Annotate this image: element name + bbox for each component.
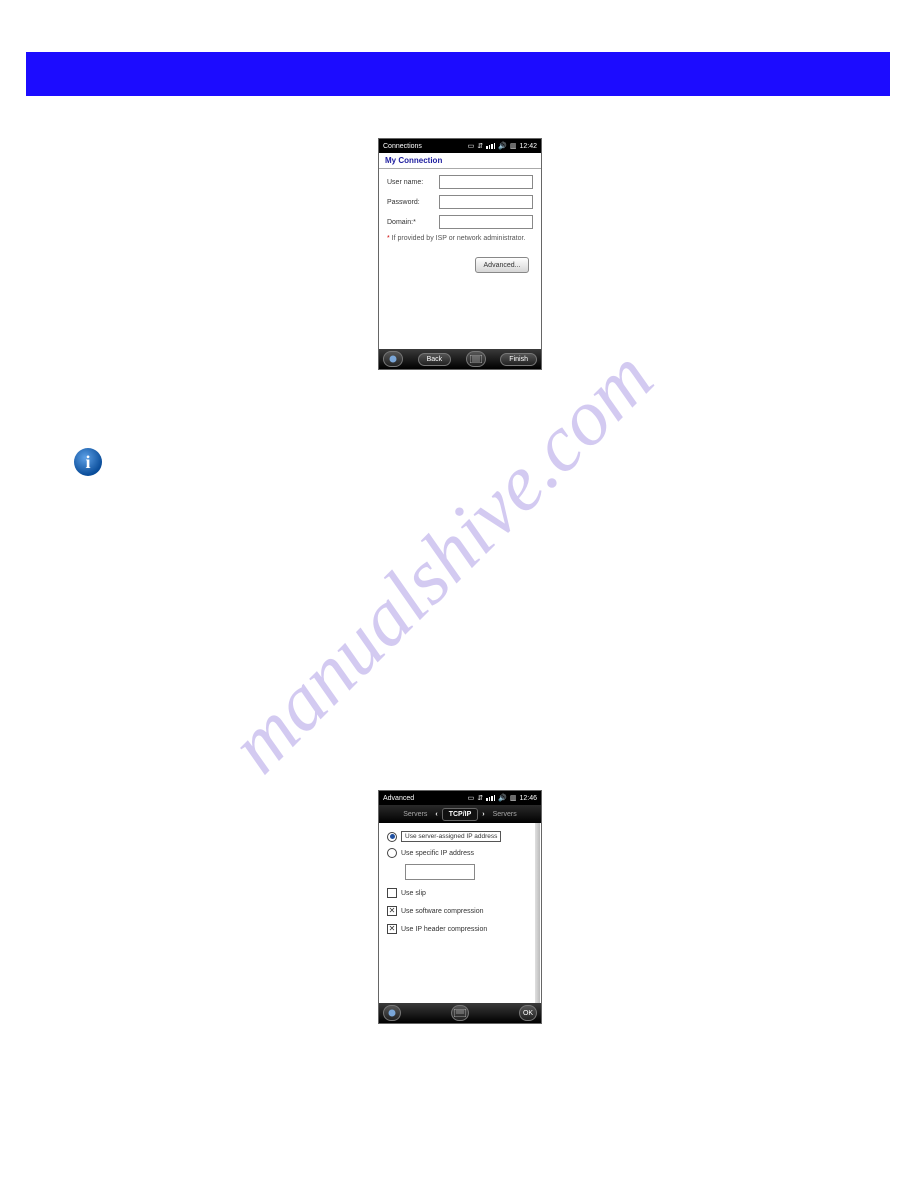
tab-right-label: Servers xyxy=(493,811,517,818)
start-button[interactable] xyxy=(383,1005,401,1021)
windows-icon xyxy=(388,354,398,364)
checkbox-sw-compression[interactable]: ✕ xyxy=(387,906,397,916)
status-area: ▭ ⇵ 🔊 ▥ 12:42 xyxy=(468,142,537,150)
battery-icon: ▥ xyxy=(510,142,517,150)
start-button[interactable] xyxy=(383,351,403,367)
scrollbar[interactable] xyxy=(535,823,540,1003)
row-domain: Domain:* xyxy=(387,215,533,229)
radio-server-assigned[interactable] xyxy=(387,832,397,842)
subheader: My Connection xyxy=(379,153,541,169)
option-server-assigned[interactable]: Use server-assigned IP address xyxy=(387,831,533,842)
ok-label: OK xyxy=(523,1010,533,1017)
input-ip-address[interactable] xyxy=(405,864,475,880)
input-domain[interactable] xyxy=(439,215,533,229)
screenshot-my-connection: Connections ▭ ⇵ 🔊 ▥ 12:42 My Connection … xyxy=(378,138,542,370)
finish-label: Finish xyxy=(509,356,528,363)
finish-button[interactable]: Finish xyxy=(500,353,537,366)
titlebar: Advanced ▭ ⇵ 🔊 ▥ 12:46 xyxy=(379,791,541,805)
label-server-assigned: Use server-assigned IP address xyxy=(401,831,501,842)
tab-left-label: Servers xyxy=(403,811,427,818)
screenshot-advanced-tcpip: Advanced ▭ ⇵ 🔊 ▥ 12:46 Servers ‹ TCP/IP … xyxy=(378,790,542,1024)
chevron-left-icon[interactable]: ‹ xyxy=(435,811,437,818)
windows-icon xyxy=(387,1008,397,1018)
advanced-button-label: Advanced... xyxy=(484,262,521,269)
signal-icon xyxy=(486,795,495,801)
input-password[interactable] xyxy=(439,195,533,209)
keyboard-button[interactable] xyxy=(451,1005,469,1021)
status-area: ▭ ⇵ 🔊 ▥ 12:46 xyxy=(468,794,537,802)
bottom-bar: Back Finish xyxy=(379,349,541,369)
card-icon: ▭ xyxy=(468,794,475,802)
label-sw-compression: Use software compression xyxy=(401,908,483,915)
radio-specific-ip[interactable] xyxy=(387,848,397,858)
clock: 12:42 xyxy=(519,143,537,150)
signal-icon xyxy=(486,143,495,149)
tab-left[interactable]: Servers xyxy=(399,811,431,818)
info-icon: i xyxy=(74,448,102,476)
domain-hint: * If provided by ISP or network administ… xyxy=(387,235,533,243)
tab-bar: Servers ‹ TCP/IP › Servers xyxy=(379,805,541,823)
back-button[interactable]: Back xyxy=(418,353,452,366)
titlebar: Connections ▭ ⇵ 🔊 ▥ 12:42 xyxy=(379,139,541,153)
label-specific-ip: Use specific IP address xyxy=(401,850,474,857)
tab-right[interactable]: Servers xyxy=(489,811,521,818)
option-slip[interactable]: Use slip xyxy=(387,888,533,898)
keyboard-button[interactable] xyxy=(466,351,486,367)
battery-icon: ▥ xyxy=(510,794,517,802)
label-password: Password: xyxy=(387,199,439,206)
sync-icon: ⇵ xyxy=(477,142,483,150)
ok-button[interactable]: OK xyxy=(519,1005,537,1021)
watermark-text: manualshive.com xyxy=(213,333,670,790)
label-slip: Use slip xyxy=(401,890,426,897)
header-band xyxy=(26,52,890,96)
input-username[interactable] xyxy=(439,175,533,189)
tab-center[interactable]: TCP/IP xyxy=(442,808,479,821)
form-area: User name: Password: Domain:* * If provi… xyxy=(379,169,541,349)
checkbox-hdr-compression[interactable]: ✕ xyxy=(387,924,397,934)
sync-icon: ⇵ xyxy=(477,794,483,802)
option-hdr-compression[interactable]: ✕ Use IP header compression xyxy=(387,924,533,934)
chevron-right-icon[interactable]: › xyxy=(482,811,484,818)
back-label: Back xyxy=(427,356,443,363)
window-title: Advanced xyxy=(383,795,414,802)
label-username: User name: xyxy=(387,179,439,186)
tab-center-label: TCP/IP xyxy=(449,811,472,818)
card-icon: ▭ xyxy=(468,142,475,150)
bottom-bar: OK xyxy=(379,1003,541,1023)
checkbox-slip[interactable] xyxy=(387,888,397,898)
content-area: Use server-assigned IP address Use speci… xyxy=(379,823,541,1003)
keyboard-icon xyxy=(454,1009,466,1017)
window-title: Connections xyxy=(383,143,422,150)
hint-text: If provided by ISP or network administra… xyxy=(390,235,526,242)
label-hdr-compression: Use IP header compression xyxy=(401,926,487,933)
volume-icon: 🔊 xyxy=(498,142,507,150)
volume-icon: 🔊 xyxy=(498,794,507,802)
clock: 12:46 xyxy=(519,795,537,802)
row-password: Password: xyxy=(387,195,533,209)
option-sw-compression[interactable]: ✕ Use software compression xyxy=(387,906,533,916)
keyboard-icon xyxy=(470,355,482,363)
option-specific-ip[interactable]: Use specific IP address xyxy=(387,848,533,858)
advanced-button[interactable]: Advanced... xyxy=(475,257,529,273)
info-glyph: i xyxy=(85,452,90,473)
label-domain: Domain:* xyxy=(387,219,439,226)
row-username: User name: xyxy=(387,175,533,189)
